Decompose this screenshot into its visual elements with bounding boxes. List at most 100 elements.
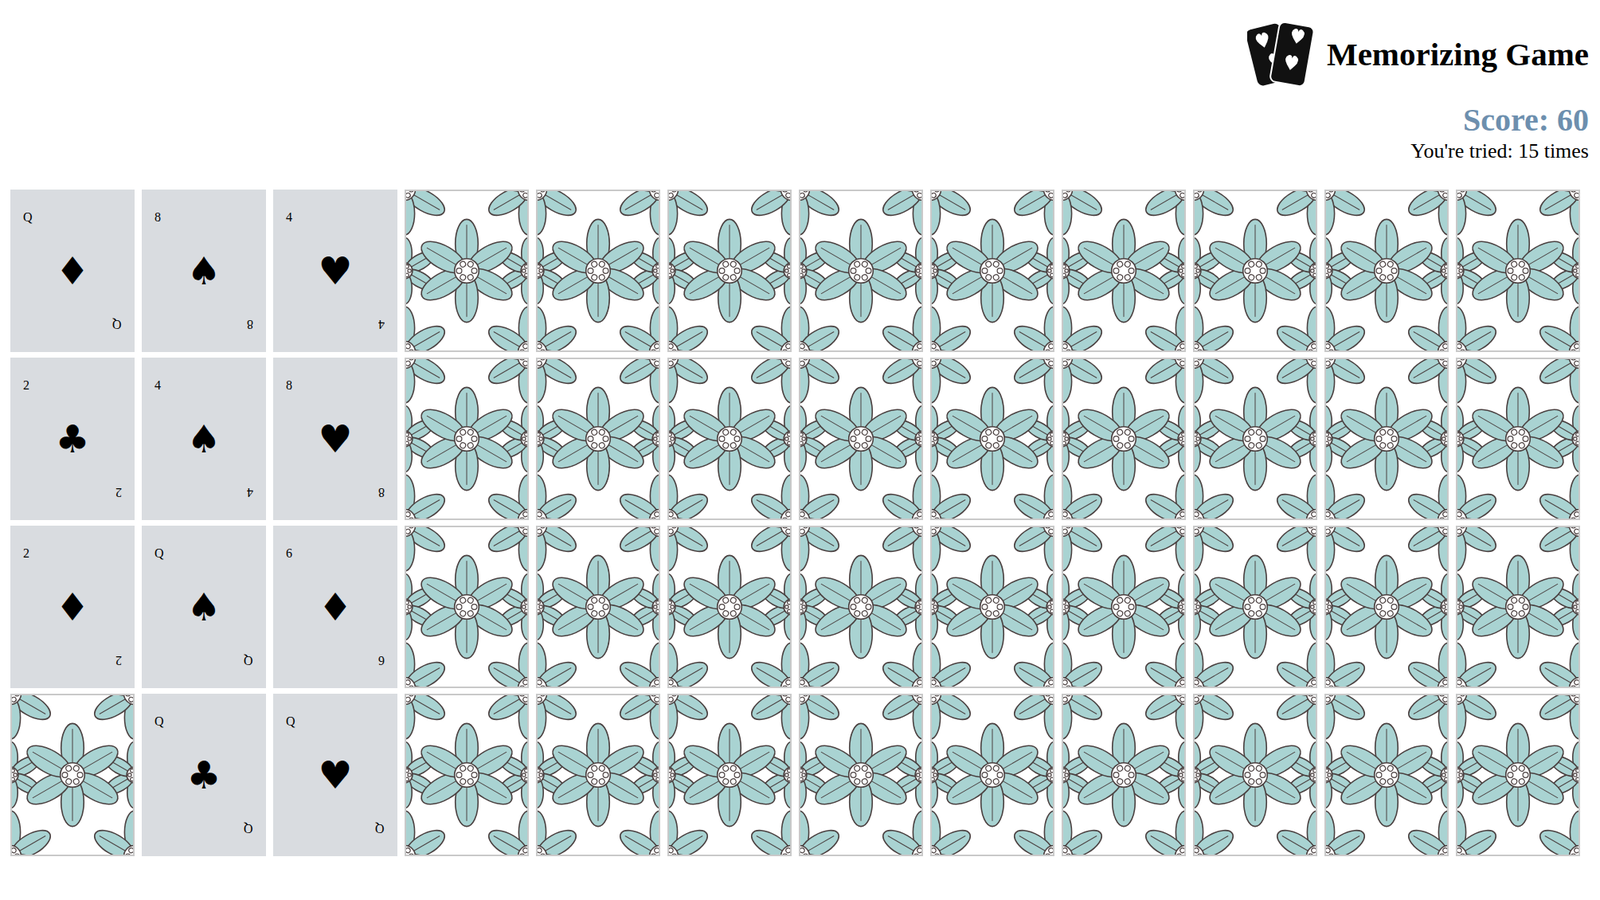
card-rank-bottom: 2 [115, 653, 122, 668]
title-row: Memorizing Game [1247, 17, 1589, 91]
card-rank-top: 2 [23, 546, 30, 561]
cards-logo-icon [1247, 17, 1315, 91]
card-back-pattern-icon [1193, 525, 1318, 689]
card-rank-bottom: 8 [378, 485, 385, 500]
card-face-down[interactable] [930, 525, 1055, 689]
card-back-pattern-icon [798, 357, 924, 521]
card-face-down[interactable] [667, 357, 792, 521]
card-back-pattern-icon [667, 525, 792, 689]
card-back-pattern-icon [930, 693, 1055, 857]
card-back-pattern-icon [535, 525, 661, 689]
card-back-pattern-icon [798, 525, 924, 689]
card-face-down[interactable] [10, 693, 135, 857]
card-face-up[interactable]: 2♣2 [10, 357, 135, 521]
card-suit: ♠ [186, 418, 221, 460]
card-face-down[interactable] [404, 357, 529, 521]
card-face-down[interactable] [1324, 189, 1449, 353]
card-face-down[interactable] [1455, 525, 1581, 689]
card-face-down[interactable] [404, 693, 529, 857]
card-face-down[interactable] [535, 189, 661, 353]
card-back-pattern-icon [667, 189, 792, 353]
card-rank-top: 8 [285, 378, 293, 393]
card-face-down[interactable] [1324, 357, 1449, 521]
card-face-down[interactable] [1193, 189, 1318, 353]
card-rank-top: 4 [285, 210, 293, 225]
card-back-pattern-icon [1455, 357, 1581, 521]
card-face-down[interactable] [667, 525, 792, 689]
card-face-down[interactable] [1061, 189, 1186, 353]
card-suit: ♠ [186, 250, 221, 292]
card-face-down[interactable] [1324, 693, 1449, 857]
card-back-pattern-icon [1324, 189, 1449, 353]
card-back-pattern-icon [535, 693, 661, 857]
card-face-up[interactable]: 4♥4 [273, 189, 398, 353]
card-face-down[interactable] [535, 693, 661, 857]
card-face-up[interactable]: 2 ♦ 2 [10, 525, 135, 689]
card-back-pattern-icon [535, 189, 661, 353]
card-face-down[interactable] [404, 189, 529, 353]
card-back-pattern-icon [1324, 693, 1449, 857]
card-face-down[interactable] [1455, 357, 1581, 521]
card-face-down[interactable] [798, 525, 924, 689]
card-rank-bottom: 6 [378, 653, 385, 668]
card-back-pattern-icon [1061, 693, 1186, 857]
card-suit: ♦ [317, 586, 353, 628]
card-face-down[interactable] [667, 189, 792, 353]
card-rank-bottom: 4 [246, 485, 254, 500]
card-face-down[interactable] [930, 357, 1055, 521]
card-face-down[interactable] [1061, 693, 1186, 857]
card-back-pattern-icon [798, 189, 924, 353]
card-face-down[interactable] [404, 525, 529, 689]
card-back-pattern-icon [1193, 693, 1318, 857]
card-back-pattern-icon [1061, 189, 1186, 353]
card-suit: ♦ [54, 250, 90, 292]
card-face-up[interactable]: 8♠8 [141, 189, 267, 353]
card-face-down[interactable] [930, 693, 1055, 857]
card-face-down[interactable] [667, 693, 792, 857]
card-face-down[interactable] [798, 357, 924, 521]
card-back-pattern-icon [10, 693, 135, 857]
card-back-pattern-icon [1455, 693, 1581, 857]
card-back-pattern-icon [404, 189, 529, 353]
card-grid: Q♦Q8♠84♥42♣24♠48♥82♦2Q♠Q6♦6Q♣QQ♥Q [0, 189, 1600, 857]
card-suit: ♠ [186, 586, 221, 628]
card-face-down[interactable] [1061, 357, 1186, 521]
card-rank-bottom: Q [112, 316, 122, 332]
card-face-down[interactable] [798, 189, 924, 353]
card-back-pattern-icon [1324, 357, 1449, 521]
card-face-up[interactable]: Q♥Q [273, 693, 398, 857]
card-rank-bottom: Q [375, 821, 385, 836]
card-face-up[interactable]: Q♠Q [141, 525, 267, 689]
card-face-up[interactable]: 6 ♦ 6 [273, 525, 398, 689]
card-back-pattern-icon [798, 693, 924, 857]
card-face-down[interactable] [1455, 693, 1581, 857]
card-rank-top: 6 [285, 546, 293, 561]
card-rank-bottom: Q [243, 821, 254, 836]
card-suit: ♥ [317, 250, 353, 292]
card-back-pattern-icon [1324, 525, 1449, 689]
memorizing-game-page: Memorizing GameScore: 60You're tried: 15… [0, 0, 1600, 900]
card-face-down[interactable] [798, 693, 924, 857]
card-suit: ♦ [54, 586, 90, 628]
card-face-down[interactable] [535, 357, 661, 521]
card-suit: ♣ [54, 418, 90, 460]
card-face-up[interactable]: Q♦Q [10, 189, 135, 353]
card-face-down[interactable] [1193, 357, 1318, 521]
card-face-down[interactable] [1061, 525, 1186, 689]
card-face-down[interactable] [930, 189, 1055, 353]
card-back-pattern-icon [1193, 357, 1318, 521]
card-face-down[interactable] [1193, 693, 1318, 857]
score: Score: 60 [1463, 101, 1589, 140]
card-rank-top: 2 [23, 378, 30, 393]
card-face-up[interactable]: 8♥8 [273, 357, 398, 521]
card-back-pattern-icon [667, 357, 792, 521]
card-face-up[interactable]: 4♠4 [141, 357, 267, 521]
card-face-up[interactable]: Q♣Q [141, 693, 267, 857]
card-back-pattern-icon [1061, 357, 1186, 521]
card-suit: ♥ [317, 754, 353, 796]
card-face-down[interactable] [1193, 525, 1318, 689]
card-face-down[interactable] [1324, 525, 1449, 689]
card-face-down[interactable] [1455, 189, 1581, 353]
card-face-down[interactable] [535, 525, 661, 689]
card-back-pattern-icon [1061, 525, 1186, 689]
